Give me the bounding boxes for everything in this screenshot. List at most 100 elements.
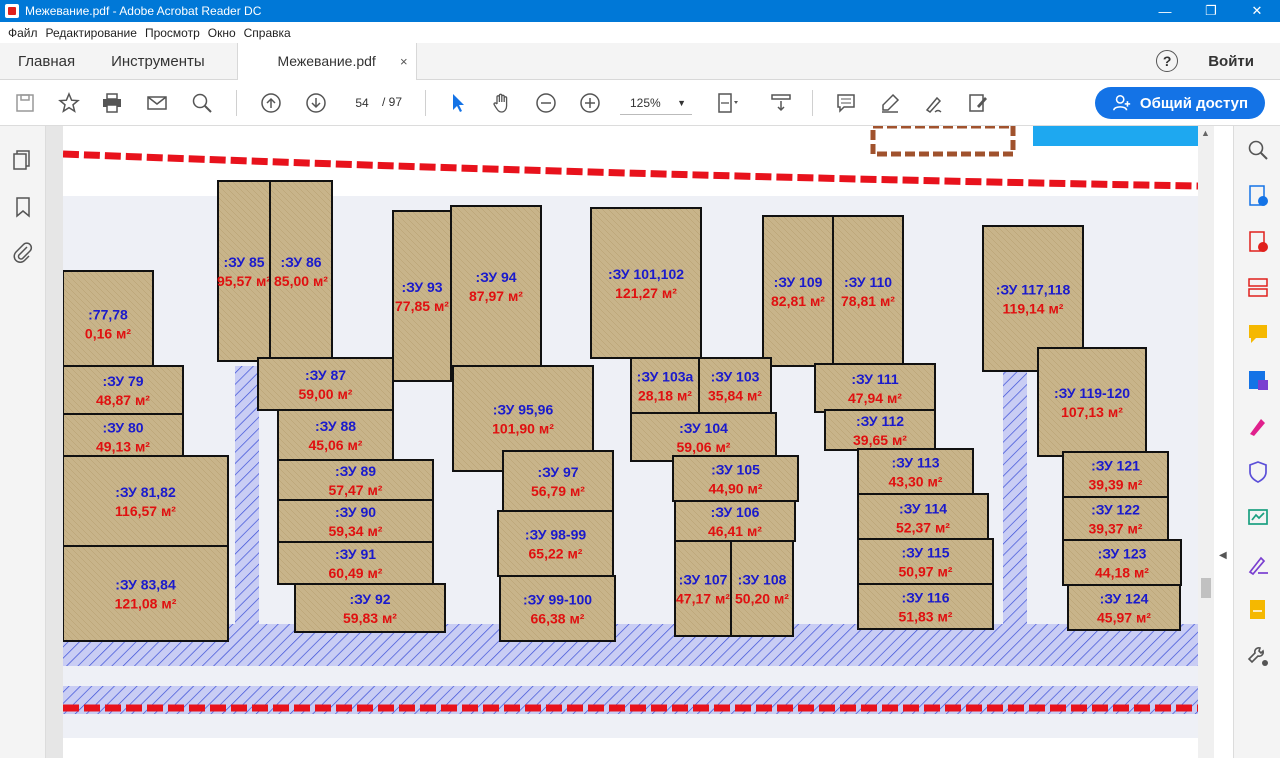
menu-window[interactable]: Окно [204,26,240,40]
fill-and-sign-icon[interactable] [1246,552,1270,576]
vertical-scrollbar[interactable]: ▲ [1198,126,1214,758]
plot-area-label: 60,49 м² [329,565,383,581]
land-plot: :ЗУ 88 45,06 м² [277,409,394,461]
create-pdf-icon[interactable] [1246,230,1270,254]
land-plot: :ЗУ 94 87,97 м² [450,205,542,367]
land-plot: :ЗУ 107 47,17 м² [674,540,732,637]
login-button[interactable]: Войти [1208,53,1254,70]
menu-edit[interactable]: Редактирование [42,26,141,40]
document-view[interactable]: :ЗУ 85 95,57 м²:ЗУ 86 85,00 м²:ЗУ 93 77,85 … [46,126,1198,758]
plot-area-label: 57,47 м² [329,482,383,498]
more-tools-icon[interactable] [1246,644,1270,668]
plot-id-label: :ЗУ 123 [1098,546,1147,562]
plot-id-label: :ЗУ 86 [280,254,321,270]
page-number-input[interactable]: 54 [346,91,378,115]
plot-area-label: 39,65 м² [853,432,907,448]
plot-area-label: 51,83 м² [899,609,953,625]
plot-shape [257,357,394,411]
mail-icon[interactable] [144,90,170,116]
plot-id-label: :ЗУ 119-120 [1054,385,1130,401]
select-tool-icon[interactable] [445,90,471,116]
plot-id-label: :ЗУ 111 [851,371,899,387]
plot-area-label: 87,97 м² [469,288,523,304]
land-plot: :ЗУ 115 50,97 м² [857,538,994,585]
plot-shape [730,540,794,637]
highlight-icon[interactable] [877,90,903,116]
fit-page-icon[interactable] [714,90,740,116]
collapse-right-icon[interactable]: ◀ [1219,550,1227,561]
star-icon[interactable] [56,90,82,116]
land-plot: :ЗУ 79 48,87 м² [63,365,184,415]
save-icon[interactable] [12,90,38,116]
add-user-icon [1112,94,1131,111]
protect-icon[interactable] [1246,460,1270,484]
plot-area-label: 28,18 м² [638,388,692,404]
next-page-icon[interactable] [303,90,329,116]
zoom-tool-icon[interactable] [1246,138,1270,162]
zoom-in-icon[interactable] [577,90,603,116]
comment-icon[interactable] [833,90,859,116]
edit-pdf-icon[interactable] [1246,414,1270,438]
plot-id-label: :ЗУ 81,82 [115,484,176,500]
plot-id-label: :ЗУ 107 [679,572,728,588]
request-signatures-icon[interactable] [1246,598,1270,622]
plot-id-label: :ЗУ 109 [774,274,823,290]
attachment-icon[interactable] [11,241,35,265]
plot-area-label: 101,90 м² [492,421,554,437]
print-icon[interactable] [99,90,125,116]
plot-id-label: :ЗУ 108 [738,572,787,588]
tab-home[interactable]: Главная [0,43,93,80]
export-pdf-icon[interactable] [1246,184,1270,208]
scrollbar-thumb[interactable] [1201,578,1211,598]
plot-shape [392,210,452,382]
fill-sign-icon[interactable] [965,90,991,116]
title-bar: Межевание.pdf - Adobe Acrobat Reader DC … [0,0,1280,22]
land-plot: :ЗУ 86 85,00 м² [269,180,333,362]
share-button[interactable]: Общий доступ [1095,87,1265,119]
plot-id-label: :ЗУ 105 [711,462,760,478]
plot-area-label: 44,90 м² [709,481,763,497]
menu-file[interactable]: Файл [4,26,42,40]
send-review-icon[interactable] [1246,506,1270,530]
land-plot: :ЗУ 124 45,97 м² [1067,584,1181,631]
hand-tool-icon[interactable] [489,90,515,116]
previous-page-icon[interactable] [258,90,284,116]
minimize-button[interactable]: — [1142,0,1188,22]
maximize-button[interactable]: ❐ [1188,0,1234,22]
zoom-out-icon[interactable] [533,90,559,116]
menu-view[interactable]: Просмотр [141,26,204,40]
close-button[interactable]: ✕ [1234,0,1280,22]
comment-tool-icon[interactable] [1246,322,1270,346]
plot-area-label: 59,06 м² [677,439,731,455]
menu-help[interactable]: Справка [240,26,295,40]
plot-area-label: 95,57 м² [217,273,271,289]
page-thumbnails-icon[interactable] [11,148,35,172]
plot-area-label: 48,87 м² [96,392,150,408]
organize-pages-icon[interactable] [1246,276,1270,300]
land-plot: :ЗУ 111 47,94 м² [814,363,936,413]
toolbar: 54 / 97 125% ▼ Общий доступ [0,80,1280,126]
tab-document[interactable]: Межевание.pdf × [236,42,417,80]
plot-id-label: :ЗУ 97 [537,464,578,480]
land-plot: :ЗУ 91 60,49 м² [277,541,434,585]
scroll-mode-icon[interactable] [768,90,794,116]
scan-ocr-icon[interactable] [1246,368,1270,392]
plot-shape [63,455,229,547]
right-tools-panel [1233,126,1280,758]
plot-area-label: 50,20 м² [735,591,789,607]
tab-close-icon[interactable]: × [400,54,408,69]
tab-tools[interactable]: Инструменты [93,43,223,80]
plot-area-label: 77,85 м² [395,298,449,314]
land-plot: :ЗУ 106 46,41 м² [674,500,796,542]
land-plot: :ЗУ 113 43,30 м² [857,448,974,495]
bookmark-icon[interactable] [11,195,35,219]
zoom-select[interactable]: 125% ▼ [620,91,692,115]
share-label: Общий доступ [1139,94,1249,112]
plot-id-label: :ЗУ 94 [475,269,516,285]
scroll-up-icon[interactable]: ▲ [1201,128,1210,138]
land-plot: :ЗУ 105 44,90 м² [672,455,799,502]
help-icon[interactable]: ? [1156,50,1179,72]
find-icon[interactable] [189,90,215,116]
plot-shape [450,205,542,367]
sign-icon[interactable] [921,90,947,116]
